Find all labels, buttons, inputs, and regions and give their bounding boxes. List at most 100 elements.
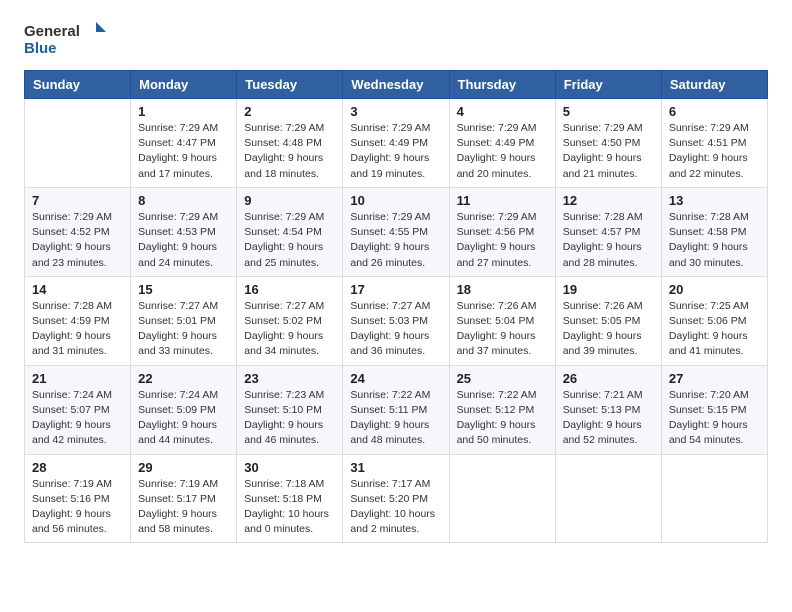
day-number: 29 bbox=[138, 460, 229, 475]
day-number: 12 bbox=[563, 193, 654, 208]
day-number: 27 bbox=[669, 371, 760, 386]
calendar-cell: 12 Sunrise: 7:28 AMSunset: 4:57 PMDayligh… bbox=[555, 187, 661, 276]
calendar-cell: 20 Sunrise: 7:25 AMSunset: 5:06 PMDayligh… bbox=[661, 276, 767, 365]
calendar-cell bbox=[555, 454, 661, 543]
calendar-cell: 23 Sunrise: 7:23 AMSunset: 5:10 PMDayligh… bbox=[237, 365, 343, 454]
day-info: Sunrise: 7:25 AMSunset: 5:06 PMDaylight:… bbox=[669, 299, 760, 360]
day-number: 23 bbox=[244, 371, 335, 386]
day-info: Sunrise: 7:29 AMSunset: 4:50 PMDaylight:… bbox=[563, 121, 654, 182]
day-number: 17 bbox=[350, 282, 441, 297]
logo: GeneralBlue bbox=[24, 20, 114, 60]
day-number: 10 bbox=[350, 193, 441, 208]
day-number: 1 bbox=[138, 104, 229, 119]
calendar-cell: 10 Sunrise: 7:29 AMSunset: 4:55 PMDayligh… bbox=[343, 187, 449, 276]
calendar-week-row: 21Sunrise: 7:24 AMSunset: 5:07 PMDayligh… bbox=[25, 365, 768, 454]
day-number: 19 bbox=[563, 282, 654, 297]
day-info: Sunrise: 7:26 AMSunset: 5:04 PMDaylight:… bbox=[457, 299, 548, 360]
day-info: Sunrise: 7:29 AMSunset: 4:56 PMDaylight:… bbox=[457, 210, 548, 271]
calendar-cell: 31 Sunrise: 7:17 AMSunset: 5:20 PMDayligh… bbox=[343, 454, 449, 543]
day-info: Sunrise: 7:20 AMSunset: 5:15 PMDaylight:… bbox=[669, 388, 760, 449]
day-number: 16 bbox=[244, 282, 335, 297]
calendar-cell: 24 Sunrise: 7:22 AMSunset: 5:11 PMDayligh… bbox=[343, 365, 449, 454]
day-number: 2 bbox=[244, 104, 335, 119]
day-number: 20 bbox=[669, 282, 760, 297]
day-info: Sunrise: 7:29 AMSunset: 4:55 PMDaylight:… bbox=[350, 210, 441, 271]
day-number: 6 bbox=[669, 104, 760, 119]
day-info: Sunrise: 7:29 AMSunset: 4:54 PMDaylight:… bbox=[244, 210, 335, 271]
svg-text:Blue: Blue bbox=[24, 40, 57, 57]
day-info: Sunrise: 7:29 AMSunset: 4:49 PMDaylight:… bbox=[350, 121, 441, 182]
day-info: Sunrise: 7:27 AMSunset: 5:02 PMDaylight:… bbox=[244, 299, 335, 360]
calendar-cell: 25Sunrise: 7:22 AMSunset: 5:12 PMDayligh… bbox=[449, 365, 555, 454]
calendar-cell: 16 Sunrise: 7:27 AMSunset: 5:02 PMDayligh… bbox=[237, 276, 343, 365]
day-number: 24 bbox=[350, 371, 441, 386]
weekday-header-thursday: Thursday bbox=[449, 71, 555, 99]
day-info: Sunrise: 7:22 AMSunset: 5:12 PMDaylight:… bbox=[457, 388, 548, 449]
calendar-week-row: 7Sunrise: 7:29 AMSunset: 4:52 PMDaylight… bbox=[25, 187, 768, 276]
day-info: Sunrise: 7:19 AMSunset: 5:17 PMDaylight:… bbox=[138, 477, 229, 538]
weekday-header-saturday: Saturday bbox=[661, 71, 767, 99]
calendar-cell: 30 Sunrise: 7:18 AMSunset: 5:18 PMDayligh… bbox=[237, 454, 343, 543]
day-number: 9 bbox=[244, 193, 335, 208]
calendar-cell: 29 Sunrise: 7:19 AMSunset: 5:17 PMDayligh… bbox=[131, 454, 237, 543]
day-info: Sunrise: 7:28 AMSunset: 4:58 PMDaylight:… bbox=[669, 210, 760, 271]
weekday-header-tuesday: Tuesday bbox=[237, 71, 343, 99]
calendar-week-row: 1 Sunrise: 7:29 AMSunset: 4:47 PMDaylight… bbox=[25, 99, 768, 188]
calendar-cell: 4Sunrise: 7:29 AMSunset: 4:49 PMDaylight… bbox=[449, 99, 555, 188]
calendar-cell: 14 Sunrise: 7:28 AMSunset: 4:59 PMDayligh… bbox=[25, 276, 131, 365]
page-header: GeneralBlue bbox=[24, 20, 768, 60]
calendar-cell: 2Sunrise: 7:29 AMSunset: 4:48 PMDaylight… bbox=[237, 99, 343, 188]
day-number: 22 bbox=[138, 371, 229, 386]
day-info: Sunrise: 7:29 AMSunset: 4:51 PMDaylight:… bbox=[669, 121, 760, 182]
calendar-cell: 3Sunrise: 7:29 AMSunset: 4:49 PMDaylight… bbox=[343, 99, 449, 188]
calendar-cell: 21Sunrise: 7:24 AMSunset: 5:07 PMDayligh… bbox=[25, 365, 131, 454]
calendar-cell: 11 Sunrise: 7:29 AMSunset: 4:56 PMDayligh… bbox=[449, 187, 555, 276]
day-info: Sunrise: 7:29 AMSunset: 4:49 PMDaylight:… bbox=[457, 121, 548, 182]
weekday-header-wednesday: Wednesday bbox=[343, 71, 449, 99]
day-info: Sunrise: 7:28 AMSunset: 4:57 PMDaylight:… bbox=[563, 210, 654, 271]
day-number: 8 bbox=[138, 193, 229, 208]
calendar-cell: 15 Sunrise: 7:27 AMSunset: 5:01 PMDayligh… bbox=[131, 276, 237, 365]
day-info: Sunrise: 7:26 AMSunset: 5:05 PMDaylight:… bbox=[563, 299, 654, 360]
day-info: Sunrise: 7:24 AMSunset: 5:09 PMDaylight:… bbox=[138, 388, 229, 449]
calendar-cell: 13 Sunrise: 7:28 AMSunset: 4:58 PMDayligh… bbox=[661, 187, 767, 276]
calendar-cell: 5 Sunrise: 7:29 AMSunset: 4:50 PMDaylight… bbox=[555, 99, 661, 188]
day-number: 18 bbox=[457, 282, 548, 297]
day-info: Sunrise: 7:17 AMSunset: 5:20 PMDaylight:… bbox=[350, 477, 441, 538]
day-info: Sunrise: 7:27 AMSunset: 5:03 PMDaylight:… bbox=[350, 299, 441, 360]
calendar-week-row: 28 Sunrise: 7:19 AMSunset: 5:16 PMDayligh… bbox=[25, 454, 768, 543]
calendar-cell: 27 Sunrise: 7:20 AMSunset: 5:15 PMDayligh… bbox=[661, 365, 767, 454]
calendar-cell: 6 Sunrise: 7:29 AMSunset: 4:51 PMDaylight… bbox=[661, 99, 767, 188]
calendar-cell bbox=[25, 99, 131, 188]
calendar-week-row: 14 Sunrise: 7:28 AMSunset: 4:59 PMDayligh… bbox=[25, 276, 768, 365]
day-info: Sunrise: 7:29 AMSunset: 4:47 PMDaylight:… bbox=[138, 121, 229, 182]
day-info: Sunrise: 7:27 AMSunset: 5:01 PMDaylight:… bbox=[138, 299, 229, 360]
calendar-cell: 22 Sunrise: 7:24 AMSunset: 5:09 PMDayligh… bbox=[131, 365, 237, 454]
day-info: Sunrise: 7:28 AMSunset: 4:59 PMDaylight:… bbox=[32, 299, 123, 360]
day-number: 26 bbox=[563, 371, 654, 386]
day-number: 15 bbox=[138, 282, 229, 297]
day-number: 11 bbox=[457, 193, 548, 208]
calendar-cell bbox=[449, 454, 555, 543]
day-number: 28 bbox=[32, 460, 123, 475]
calendar-cell: 19 Sunrise: 7:26 AMSunset: 5:05 PMDayligh… bbox=[555, 276, 661, 365]
day-number: 21 bbox=[32, 371, 123, 386]
day-number: 13 bbox=[669, 193, 760, 208]
calendar-table: SundayMondayTuesdayWednesdayThursdayFrid… bbox=[24, 70, 768, 543]
day-number: 31 bbox=[350, 460, 441, 475]
day-info: Sunrise: 7:19 AMSunset: 5:16 PMDaylight:… bbox=[32, 477, 123, 538]
calendar-cell: 9 Sunrise: 7:29 AMSunset: 4:54 PMDaylight… bbox=[237, 187, 343, 276]
day-info: Sunrise: 7:18 AMSunset: 5:18 PMDaylight:… bbox=[244, 477, 335, 538]
calendar-cell: 7Sunrise: 7:29 AMSunset: 4:52 PMDaylight… bbox=[25, 187, 131, 276]
day-number: 14 bbox=[32, 282, 123, 297]
weekday-header-monday: Monday bbox=[131, 71, 237, 99]
day-number: 30 bbox=[244, 460, 335, 475]
weekday-header-friday: Friday bbox=[555, 71, 661, 99]
day-info: Sunrise: 7:22 AMSunset: 5:11 PMDaylight:… bbox=[350, 388, 441, 449]
day-info: Sunrise: 7:29 AMSunset: 4:52 PMDaylight:… bbox=[32, 210, 123, 271]
day-info: Sunrise: 7:23 AMSunset: 5:10 PMDaylight:… bbox=[244, 388, 335, 449]
day-number: 5 bbox=[563, 104, 654, 119]
day-info: Sunrise: 7:29 AMSunset: 4:53 PMDaylight:… bbox=[138, 210, 229, 271]
calendar-cell: 1 Sunrise: 7:29 AMSunset: 4:47 PMDaylight… bbox=[131, 99, 237, 188]
logo-svg: GeneralBlue bbox=[24, 20, 114, 60]
